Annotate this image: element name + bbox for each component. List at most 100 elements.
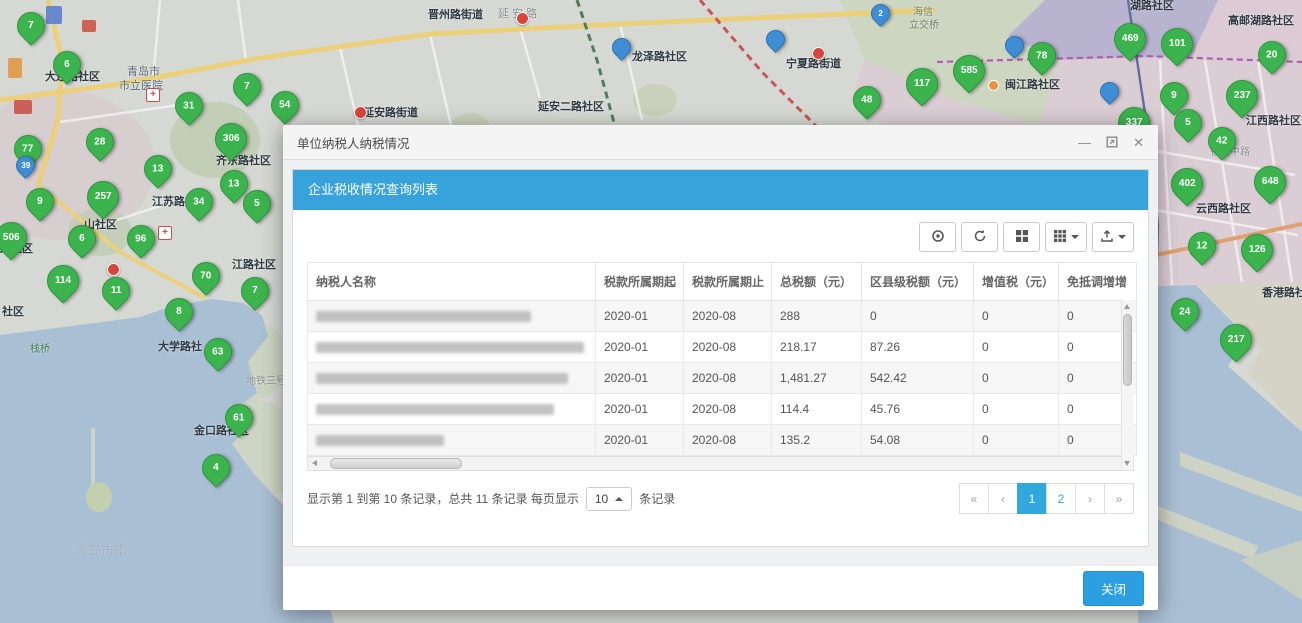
caret-down-icon — [1071, 235, 1079, 239]
map-label: 晋州路街道 — [428, 6, 483, 22]
pager-arrow-button[interactable]: ‹ — [988, 483, 1018, 514]
table-cell: 0 — [974, 425, 1059, 456]
table-cell: 288 — [772, 301, 862, 332]
refresh-icon — [973, 229, 987, 246]
poi-marker-icon — [354, 106, 367, 119]
poi-marker-icon — [812, 47, 825, 60]
building-icon — [14, 100, 32, 114]
refresh-button[interactable] — [961, 222, 998, 252]
table-cell: 45.76 — [862, 394, 974, 425]
table-cell: 2020-01 — [596, 332, 684, 363]
table-cell: 2020-08 — [684, 363, 772, 394]
page-size-dropdown[interactable]: 10 — [586, 487, 632, 511]
table-cell: 135.2 — [772, 425, 862, 456]
map-label: 延安路街道 — [363, 104, 418, 120]
caret-up-icon — [615, 497, 623, 501]
column-header[interactable]: 免抵调增增 — [1059, 263, 1137, 301]
column-header[interactable]: 纳税人名称 — [308, 263, 596, 301]
close-icon[interactable]: ✕ — [1133, 136, 1144, 149]
map-label: 青岛市南 — [75, 540, 127, 559]
vertical-scroll-thumb[interactable] — [1123, 314, 1132, 386]
table-body: 2020-012020-082880002020-012020-08218.17… — [308, 301, 1137, 456]
pagination-info-prefix: 显示第 1 到第 10 条记录，总共 11 条记录 每页显示 — [307, 490, 579, 507]
pager: «‹12›» — [960, 483, 1134, 514]
redacted-taxpayer-name — [316, 435, 444, 446]
toggle-view-icon — [1015, 229, 1029, 246]
page-size-value: 10 — [595, 492, 608, 506]
table-row[interactable]: 2020-012020-081,481.27542.4200 — [308, 363, 1137, 394]
vertical-scrollbar[interactable] — [1121, 300, 1133, 470]
maximize-icon[interactable] — [1106, 136, 1118, 148]
table-cell: 87.26 — [862, 332, 974, 363]
table-cell: 2020-01 — [596, 425, 684, 456]
map-label: 江西路社区 — [1246, 112, 1301, 128]
detail-view-button[interactable] — [919, 222, 956, 252]
redacted-taxpayer-name — [316, 311, 531, 322]
table-row[interactable]: 2020-012020-08114.445.7600 — [308, 394, 1137, 425]
column-header[interactable]: 总税额（元） — [772, 263, 862, 301]
map-label: 闽江路社区 — [1005, 76, 1060, 92]
columns-button[interactable] — [1045, 222, 1087, 252]
pager-page-button[interactable]: 1 — [1017, 483, 1047, 514]
building-icon — [46, 6, 62, 24]
pager-arrow-button[interactable]: › — [1075, 483, 1105, 514]
map-label: 江路社区 — [232, 256, 276, 272]
redacted-taxpayer-name — [316, 342, 584, 353]
map-label: 延安二路社区 — [538, 98, 604, 114]
pager-arrow-button[interactable]: » — [1104, 483, 1134, 514]
column-header[interactable]: 税款所属期起 — [596, 263, 684, 301]
columns-icon — [1053, 229, 1067, 246]
pager-page-button[interactable]: 2 — [1046, 483, 1076, 514]
poi-dot-icon — [988, 80, 999, 91]
map-label: 高邮湖路社区 — [1228, 12, 1294, 28]
minimize-icon[interactable]: — — [1078, 136, 1091, 149]
export-button[interactable] — [1092, 222, 1134, 252]
table-cell: 1,481.27 — [772, 363, 862, 394]
table-cell: 2020-01 — [596, 363, 684, 394]
table-cell: 0 — [974, 301, 1059, 332]
column-header[interactable]: 税款所属期止 — [684, 263, 772, 301]
table-cell: 2020-01 — [596, 301, 684, 332]
dialog-titlebar: 单位纳税人纳税情况 — ✕ — [283, 125, 1158, 160]
pagination-info-suffix: 条记录 — [639, 490, 675, 507]
hospital-icon: + — [158, 226, 172, 240]
table-cell: 2020-08 — [684, 301, 772, 332]
poi-marker-icon — [516, 12, 529, 25]
toggle-view-button[interactable] — [1003, 222, 1040, 252]
map-label: 湖路社区 — [1130, 0, 1174, 13]
building-icon — [82, 20, 96, 32]
map-label: 立交桥 — [909, 16, 939, 31]
table-row[interactable]: 2020-012020-08288000 — [308, 301, 1137, 332]
table-cell: 54.08 — [862, 425, 974, 456]
table-cell: 218.17 — [772, 332, 862, 363]
building-icon — [8, 58, 22, 78]
table-row[interactable]: 2020-012020-08135.254.0800 — [308, 425, 1137, 456]
close-button[interactable]: 关闭 — [1083, 571, 1144, 606]
horizontal-scroll-thumb[interactable] — [330, 458, 462, 469]
map-label: 龙泽路社区 — [632, 48, 687, 64]
horizontal-scrollbar[interactable] — [307, 456, 1134, 471]
query-panel: 企业税收情况查询列表 纳税人名称税款所属期起税款所属期止总税额（元）区县级税额（… — [292, 169, 1149, 547]
column-header[interactable]: 区县级税额（元） — [862, 263, 974, 301]
map-label: 社区 — [2, 303, 24, 319]
dialog-footer: 关闭 — [283, 565, 1158, 610]
map-label: 香港路社 — [1262, 284, 1302, 300]
dialog-body: 企业税收情况查询列表 纳税人名称税款所属期起税款所属期止总税额（元）区县级税额（… — [283, 160, 1158, 556]
hospital-icon: + — [146, 88, 160, 102]
table-cell: 0 — [974, 394, 1059, 425]
detail-view-icon — [931, 229, 945, 246]
pager-arrow-button[interactable]: « — [959, 483, 989, 514]
map-canvas[interactable]: 大连路社区晋州路街道延 安 路龙泽路社区海信立交桥宁夏路街道延安二路社区延安路街… — [0, 0, 1302, 623]
table-cell: 0 — [862, 301, 974, 332]
table-cell: 2020-08 — [684, 394, 772, 425]
column-header[interactable]: 增值税（元） — [974, 263, 1059, 301]
table-header-row: 纳税人名称税款所属期起税款所属期止总税额（元）区县级税额（元）增值税（元）免抵调… — [308, 263, 1137, 301]
table-row[interactable]: 2020-012020-08218.1787.2600 — [308, 332, 1137, 363]
table-cell: 2020-01 — [596, 394, 684, 425]
table-wrap: 纳税人名称税款所属期起税款所属期止总税额（元）区县级税额（元）增值税（元）免抵调… — [307, 262, 1134, 471]
redacted-taxpayer-name — [316, 404, 554, 415]
table-cell: 2020-08 — [684, 425, 772, 456]
panel-title: 企业税收情况查询列表 — [293, 170, 1148, 210]
caret-down-icon — [1118, 235, 1126, 239]
table-cell: 0 — [974, 332, 1059, 363]
